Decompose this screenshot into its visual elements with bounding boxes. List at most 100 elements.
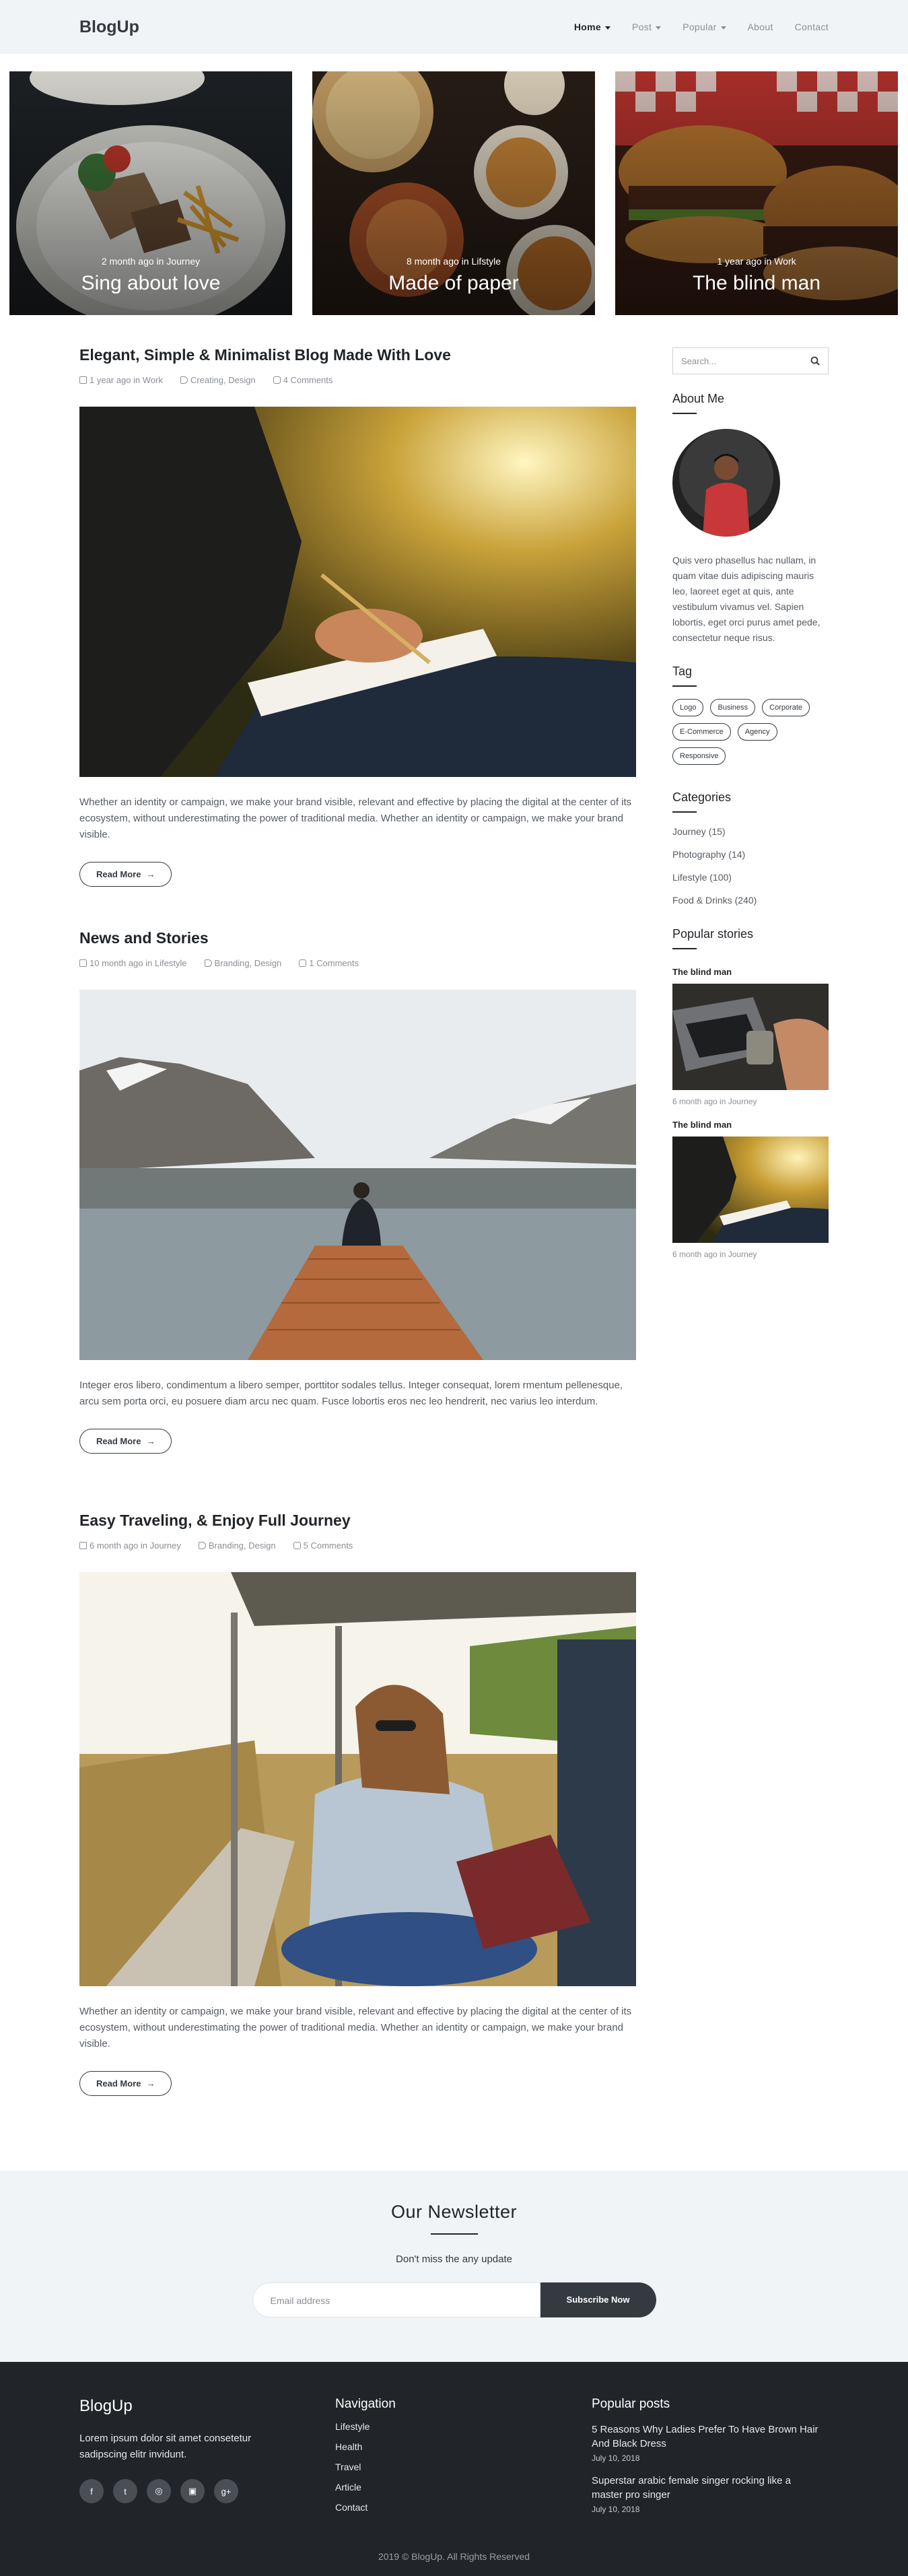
nav-post-label: Post [631,22,652,32]
footer-posts-heading: Popular posts [592,2397,670,2411]
categories-widget: Categories Journey (15) Photography (14)… [672,790,829,918]
post-date-text: 6 month ago in Journey [90,1540,181,1551]
read-more-button[interactable]: Read More → [79,2071,172,2096]
hero-slider: 2 month ago in Journey Sing about love 8… [9,71,898,315]
popular-item[interactable]: The blind man 6 month ago in Journey [672,1120,829,1259]
post-tags-text[interactable]: Branding, Design [215,958,282,968]
post-tags: Branding, Design [204,958,282,968]
footer-description: Lorem ipsum dolor sit amet consetetur sa… [79,2433,252,2460]
tag-list: Logo Business Corporate E-Commerce Agenc… [672,699,829,765]
post-title[interactable]: News and Stories [79,929,636,947]
post-excerpt: Integer eros libero, condimentum a liber… [79,1380,623,1407]
newsletter-underline [430,2233,478,2235]
post-comments-text[interactable]: 5 Comments [304,1540,353,1551]
brand-logo[interactable]: BlogUp [79,18,139,37]
read-more-label: Read More [96,2078,141,2089]
post-title[interactable]: Easy Traveling, & Enjoy Full Journey [79,1512,636,1530]
post-comments-text[interactable]: 1 Comments [309,958,359,968]
tag-chip[interactable]: Logo [672,699,704,716]
tag-icon [180,376,188,384]
footer-link[interactable]: Contact [335,2502,396,2513]
nav-home[interactable]: Home [574,22,610,32]
footer: BlogUp Lorem ipsum dolor sit amet conset… [0,2362,908,2576]
heading-underline [672,413,697,414]
post-comments-text[interactable]: 4 Comments [283,375,333,385]
post-image[interactable] [79,990,636,1360]
footer-post-title[interactable]: Superstar arabic female singer rocking l… [592,2474,820,2502]
subscribe-button[interactable]: Subscribe Now [540,2282,656,2317]
tag-chip[interactable]: E-Commerce [672,723,731,741]
popular-heading: Popular stories [672,927,754,941]
tag-chip[interactable]: Agency [737,723,777,741]
read-more-button[interactable]: Read More → [79,1429,172,1454]
category-item[interactable]: Lifestyle (100) [672,872,829,895]
comment-icon [299,959,307,967]
google-plus-icon[interactable]: g+ [214,2479,238,2503]
popular-image-art [672,1137,829,1243]
footer-post[interactable]: 5 Reasons Why Ladies Prefer To Have Brow… [592,2422,820,2463]
categories-heading: Categories [672,790,732,804]
post-title[interactable]: Elegant, Simple & Minimalist Blog Made W… [79,346,636,364]
nav-about[interactable]: About [748,22,773,32]
footer-navigation: Navigation Lifestyle Health Travel Artic… [335,2397,396,2513]
footer-link[interactable]: Health [335,2441,396,2452]
popular-image[interactable] [672,984,829,1090]
footer-post[interactable]: Superstar arabic female singer rocking l… [592,2474,820,2514]
popular-title[interactable]: The blind man [672,1120,829,1130]
about-widget: About Me Quis vero phasellus hac nullam,… [672,392,829,646]
post-meta: 10 month ago in Lifestyle Branding, Desi… [79,958,636,968]
footer-brand[interactable]: BlogUp [79,2397,281,2416]
post-tags: Branding, Design [198,1540,276,1551]
post-tags-text[interactable]: Creating, Design [190,375,256,385]
category-item[interactable]: Photography (14) [672,849,829,872]
tag-chip[interactable]: Responsive [672,747,726,765]
nav-post[interactable]: Post [631,22,662,32]
search-input[interactable]: Search... [672,347,829,374]
search-icon[interactable] [810,356,820,366]
post-image[interactable] [79,407,636,777]
hero-card[interactable]: 8 month ago in Lifstyle Made of paper [312,71,595,315]
nav-popular[interactable]: Popular [683,22,726,32]
footer-link[interactable]: Travel [335,2462,396,2472]
hero-card[interactable]: 2 month ago in Journey Sing about love [9,71,292,315]
nav-home-label: Home [573,22,601,32]
footer-post-title[interactable]: 5 Reasons Why Ladies Prefer To Have Brow… [592,2422,820,2451]
newsletter-title: Our Newsletter [390,2202,518,2222]
post-image[interactable] [79,1572,636,1986]
arrow-right-icon: → [146,2078,155,2089]
read-more-label: Read More [96,869,141,879]
post-image-art [79,407,636,777]
popular-item[interactable]: The blind man 6 month ago in Journey [672,967,829,1106]
popular-image[interactable] [672,1137,829,1243]
popular-meta: 6 month ago in Journey [672,1250,757,1259]
popular-widget: Popular stories The blind man 6 month ag… [672,927,829,1259]
dribbble-icon[interactable]: ◎ [147,2479,171,2503]
hero-title[interactable]: Made of paper [312,272,595,295]
category-list: Journey (15) Photography (14) Lifestyle … [672,826,829,918]
nav-contact[interactable]: Contact [795,22,829,32]
tag-chip[interactable]: Business [710,699,756,716]
footer-link[interactable]: Lifestyle [335,2421,396,2432]
tag-chip[interactable]: Corporate [762,699,810,716]
post-image-art [79,990,636,1360]
hero-card[interactable]: 1 year ago in Work The blind man [615,71,898,315]
heading-underline [672,811,697,813]
post-tags-text[interactable]: Branding, Design [209,1540,276,1551]
twitter-icon[interactable]: t [113,2479,137,2503]
heading-underline [672,685,697,687]
hero-title[interactable]: Sing about love [9,272,292,295]
hero-title[interactable]: The blind man [615,272,898,295]
post-image-art [79,1572,636,1986]
chevron-down-icon [720,26,726,30]
category-item[interactable]: Journey (15) [672,826,829,849]
post-comments: 5 Comments [293,1540,353,1551]
facebook-icon[interactable]: f [79,2479,104,2503]
post-date-text: 1 year ago in Work [90,375,163,385]
email-field[interactable]: Email address [252,2282,540,2317]
footer-link[interactable]: Article [335,2482,396,2493]
instagram-icon[interactable]: ▣ [180,2479,205,2503]
popular-title[interactable]: The blind man [672,967,829,977]
category-item[interactable]: Food & Drinks (240) [672,895,829,918]
read-more-button[interactable]: Read More → [79,862,172,887]
post-date-text: 10 month ago in Lifestyle [90,958,187,968]
